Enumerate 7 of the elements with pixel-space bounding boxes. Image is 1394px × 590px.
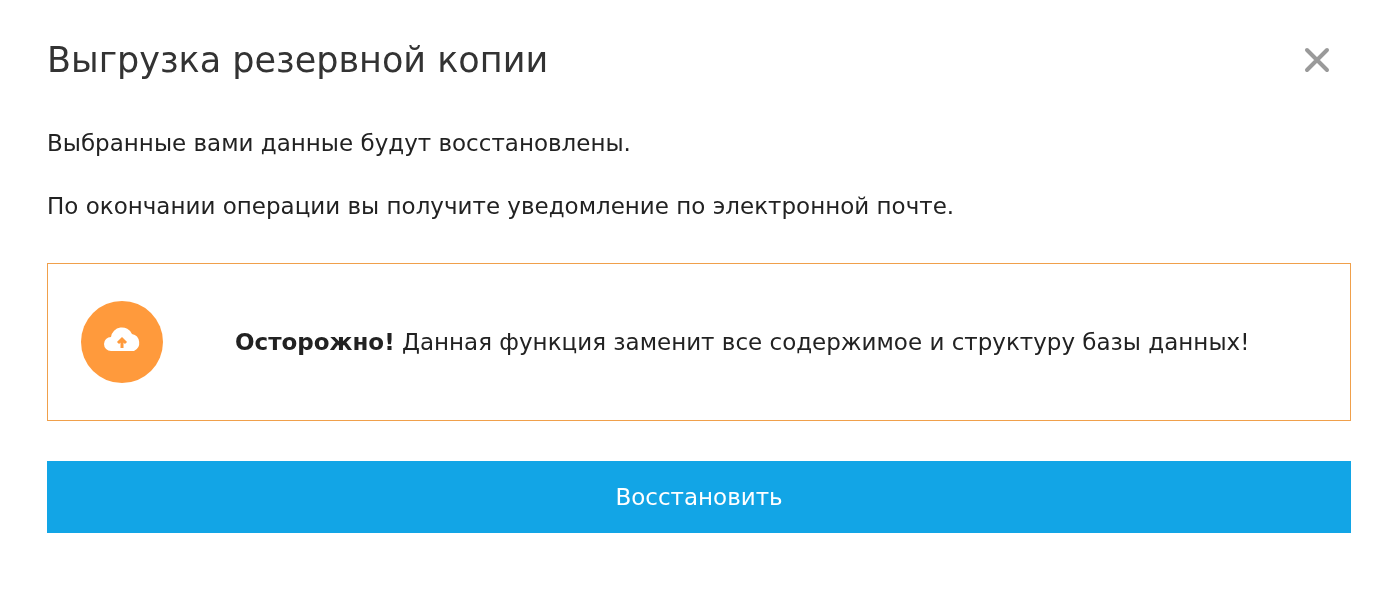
cloud-upload-icon	[81, 301, 163, 383]
warning-text: Осторожно! Данная функция заменит все содержимое и структуру базы данных!	[235, 327, 1250, 357]
close-icon[interactable]	[1304, 47, 1330, 73]
dialog-title: Выгрузка резервной копии	[47, 40, 549, 80]
message-text: По окончании операции вы получите уведомление по электронной почте.	[47, 192, 956, 221]
message-text: Выбранные вами данные будут восстановлены.	[47, 129, 632, 158]
restore-button[interactable]: Восстановить	[47, 461, 1351, 533]
